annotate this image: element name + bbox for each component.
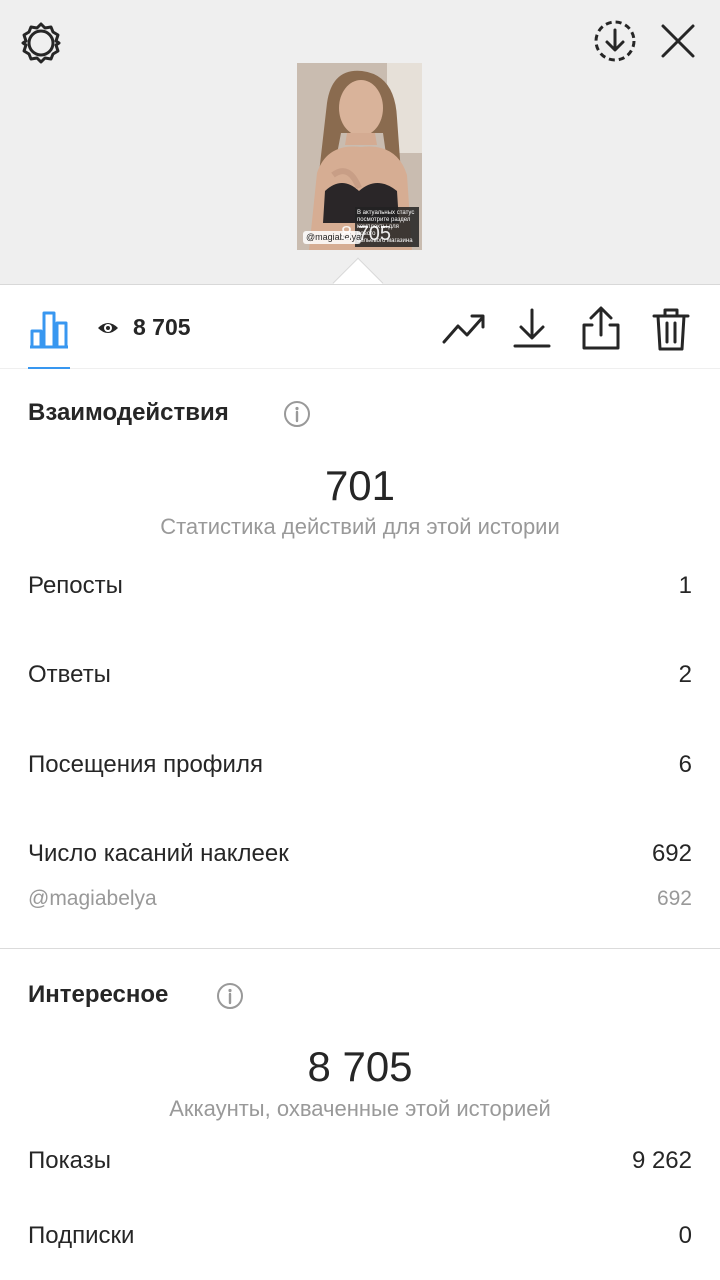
- stat-label: Число касаний наклеек: [28, 840, 289, 867]
- stat-row-impressions: Показы 9 262: [28, 1147, 692, 1181]
- stat-value: 6: [678, 751, 692, 778]
- download-circle-icon[interactable]: [592, 18, 638, 64]
- stat-value: 9 262: [631, 1147, 692, 1174]
- stats-tab-icon[interactable]: [28, 307, 70, 349]
- stat-row-replies: Ответы 2: [28, 661, 692, 695]
- story-thumbnail[interactable]: В актуальных статус посмотрите раздел ко…: [297, 63, 422, 250]
- eye-icon: [98, 323, 118, 333]
- discovery-title: Интересное: [28, 981, 169, 1008]
- stat-label: Подписки: [28, 1222, 135, 1249]
- discovery-subtitle: Аккаунты, охваченные этой историей: [169, 1096, 551, 1121]
- stats-tab-underline: [28, 367, 70, 369]
- trash-icon[interactable]: [651, 306, 691, 352]
- story-preview-header: В актуальных статус посмотрите раздел ко…: [0, 0, 720, 284]
- stat-label: Посещения профиля: [28, 751, 263, 778]
- settings-icon[interactable]: [18, 20, 64, 66]
- share-icon[interactable]: [580, 305, 622, 351]
- discovery-total: 8 705: [307, 1043, 413, 1090]
- section-divider: [0, 948, 720, 949]
- info-icon[interactable]: [283, 400, 311, 428]
- trend-icon[interactable]: [442, 310, 486, 346]
- stat-value: 1: [678, 572, 692, 599]
- download-icon[interactable]: [512, 307, 552, 349]
- views-count: 8 705: [133, 314, 191, 340]
- stat-value: 0: [678, 1222, 692, 1249]
- stat-row-follows: Подписки 0: [28, 1222, 692, 1256]
- stat-row-sticker-taps: Число касаний наклеек 692: [28, 840, 692, 874]
- stat-label: Репосты: [28, 572, 123, 599]
- story-toolbar: 8 705: [0, 284, 720, 369]
- interactions-title: Взаимодействия: [28, 399, 229, 426]
- stat-row-profile-visits: Посещения профиля 6: [28, 751, 692, 785]
- stat-label: Ответы: [28, 661, 111, 688]
- stat-row-shares: Репосты 1: [28, 572, 692, 606]
- close-icon[interactable]: [657, 20, 699, 62]
- thumbnail-caption-line: В актуальных статус: [357, 210, 415, 216]
- thumbnail-views-overlay: 8 705: [341, 223, 392, 245]
- interactions-subtitle: Статистика действий для этой истории: [160, 514, 560, 539]
- stat-value: 2: [678, 661, 692, 688]
- sticker-mention-value: 692: [656, 887, 692, 910]
- info-icon[interactable]: [216, 982, 244, 1010]
- interactions-total: 701: [324, 462, 396, 509]
- stat-label: Показы: [28, 1147, 111, 1174]
- stat-value: 692: [651, 840, 692, 867]
- sticker-mention-label[interactable]: @magiabelya: [28, 887, 157, 911]
- stat-row-sticker-mention[interactable]: @magiabelya 692: [28, 887, 692, 921]
